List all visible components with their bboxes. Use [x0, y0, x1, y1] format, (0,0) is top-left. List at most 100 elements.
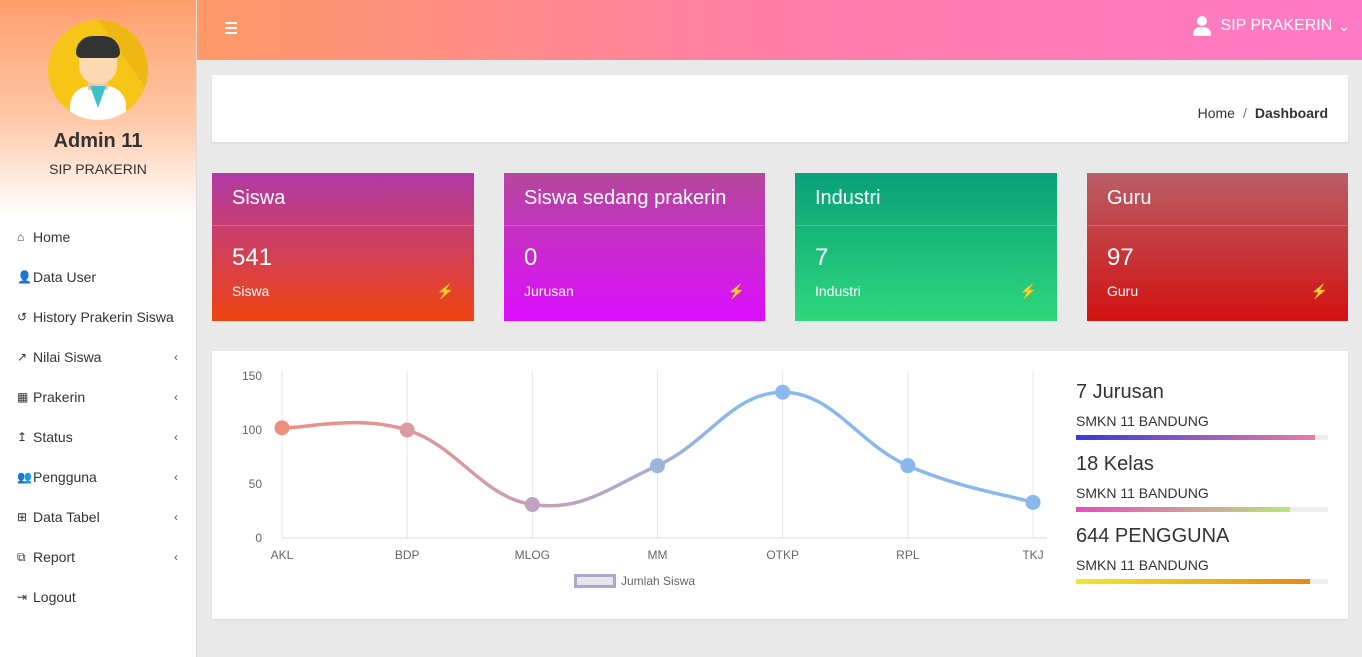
- progress-fill: [1076, 579, 1311, 584]
- sidebar-item-report[interactable]: ⧉ Report ‹: [0, 537, 196, 577]
- x-tick-label: MM: [648, 548, 668, 562]
- card-guru[interactable]: Guru 97 Guru ⚡: [1087, 173, 1348, 321]
- chart-panel: 150 100 50 0 AKL BDP MLOG MM OTKP RPL TKJ Jumlah S…: [212, 351, 1348, 619]
- y-tick-label: 150: [242, 369, 262, 383]
- topbar: SIP PRAKERIN ⌄: [197, 0, 1362, 60]
- breadcrumb: Home / Dashboard: [1198, 105, 1328, 121]
- sidebar-item-label: Data User: [33, 269, 97, 285]
- card-label: Industri: [815, 283, 861, 299]
- sidebar-item-label: Nilai Siswa: [33, 349, 102, 365]
- sidebar-item-home[interactable]: ⌂ Home: [0, 217, 196, 257]
- chevron-left-icon: ‹: [174, 470, 178, 484]
- report-icon: ⧉: [17, 549, 26, 564]
- user-menu-label: SIP PRAKERIN: [1220, 17, 1333, 34]
- x-tick-label: BDP: [395, 548, 420, 562]
- y-tick-label: 50: [249, 477, 263, 491]
- data-point[interactable]: [399, 422, 415, 438]
- sidebar-item-history-prakerin-siswa[interactable]: ↺ History Prakerin Siswa: [0, 297, 196, 337]
- card-value: 97: [1107, 244, 1134, 271]
- x-tick-label: RPL: [896, 548, 920, 562]
- chevron-left-icon: ‹: [174, 350, 178, 364]
- sidebar-item-label: Report: [33, 549, 76, 565]
- history-icon: ↺: [17, 310, 28, 324]
- data-point[interactable]: [650, 458, 665, 474]
- stat-item: 644 PENGGUNA SMKN 11 BANDUNG: [1076, 525, 1328, 584]
- stat-value: 18 Kelas: [1076, 453, 1154, 475]
- sidebar: Admin 11 SIP PRAKERIN ⌂ Home 👤 Data User ↺ Hi…: [0, 0, 197, 657]
- sidebar-item-status[interactable]: ↥ Status ‹: [0, 417, 196, 457]
- card-industri[interactable]: Industri 7 Industri ⚡: [795, 173, 1057, 321]
- card-label: Guru: [1107, 283, 1139, 299]
- chevron-left-icon: ‹: [174, 550, 178, 564]
- data-point[interactable]: [775, 384, 791, 400]
- stat-subtitle: SMKN 11 BANDUNG: [1076, 413, 1209, 429]
- sidebar-item-label: Data Tabel: [33, 509, 100, 525]
- bolt-icon: ⚡: [1310, 283, 1328, 299]
- chevron-left-icon: ‹: [174, 510, 178, 524]
- data-point[interactable]: [274, 420, 290, 436]
- stat-subtitle: SMKN 11 BANDUNG: [1076, 485, 1209, 501]
- data-point[interactable]: [1025, 494, 1041, 510]
- sidebar-item-label: Prakerin: [33, 389, 86, 405]
- profile-panel: Admin 11 SIP PRAKERIN: [0, 0, 196, 215]
- users-icon: 👥: [17, 470, 32, 484]
- sidebar-item-pengguna[interactable]: 👥 Pengguna ‹: [0, 457, 196, 497]
- breadcrumb-current: Dashboard: [1254, 105, 1328, 121]
- sidebar-item-data-user[interactable]: 👤 Data User: [0, 257, 196, 297]
- line-chart-icon: ↗: [17, 350, 28, 364]
- card-siswa-prakerin[interactable]: Siswa sedang prakerin 0 Jurusan ⚡: [504, 173, 765, 321]
- legend-swatch: [574, 574, 616, 588]
- stats-list: 7 Jurusan SMKN 11 BANDUNG 18 Kelas SMKN 11 …: [1076, 381, 1328, 597]
- breadcrumb-panel: Home / Dashboard: [212, 75, 1348, 142]
- home-icon: ⌂: [17, 230, 25, 244]
- table-icon: ⊞: [17, 510, 28, 524]
- sidebar-item-label: Logout: [33, 589, 76, 605]
- sidebar-menu: ⌂ Home 👤 Data User ↺ History Prakerin Siswa ↗ N…: [0, 217, 196, 617]
- admin-name: Admin 11: [53, 130, 143, 152]
- building-icon: ▦: [17, 390, 29, 404]
- sidebar-item-prakerin[interactable]: ▦ Prakerin ‹: [0, 377, 196, 417]
- sidebar-item-label: Pengguna: [33, 469, 97, 485]
- x-tick-label: AKL: [271, 548, 294, 562]
- card-label: Jurusan: [524, 283, 574, 299]
- stat-item: 7 Jurusan SMKN 11 BANDUNG: [1076, 381, 1328, 440]
- card-title: Industri: [795, 173, 1057, 226]
- card-value: 0: [524, 244, 538, 271]
- data-point[interactable]: [524, 497, 540, 513]
- card-title: Guru: [1087, 173, 1348, 226]
- user-icon: 👤: [17, 270, 32, 284]
- data-point[interactable]: [900, 458, 916, 474]
- progress-bar: [1076, 435, 1328, 440]
- chevron-left-icon: ‹: [174, 390, 178, 404]
- progress-fill: [1076, 507, 1291, 512]
- x-tick-label: TKJ: [1022, 548, 1043, 562]
- card-label: Siswa: [232, 283, 270, 299]
- avatar: [48, 20, 148, 120]
- bolt-icon: ⚡: [436, 283, 454, 299]
- sign-out-icon: ⇥: [17, 590, 28, 604]
- card-title: Siswa sedang prakerin: [504, 173, 765, 226]
- card-title: Siswa: [212, 173, 474, 226]
- progress-bar: [1076, 579, 1328, 584]
- card-value: 7: [815, 244, 829, 271]
- card-siswa[interactable]: Siswa 541 Siswa ⚡: [212, 173, 474, 321]
- chevron-left-icon: ‹: [174, 430, 178, 444]
- sidebar-item-label: Status: [33, 429, 73, 445]
- y-tick-label: 100: [242, 423, 262, 437]
- chart-legend[interactable]: Jumlah Siswa: [574, 574, 695, 588]
- progress-fill: [1076, 435, 1316, 440]
- x-tick-label: MLOG: [515, 548, 550, 562]
- sidebar-item-logout[interactable]: ⇥ Logout: [0, 577, 196, 617]
- bolt-icon: ⚡: [1019, 283, 1037, 299]
- sidebar-item-label: Home: [33, 229, 71, 245]
- y-tick-label: 0: [255, 531, 262, 545]
- menu-toggle-icon[interactable]: [225, 22, 237, 34]
- x-tick-label: OTKP: [766, 548, 799, 562]
- user-menu[interactable]: SIP PRAKERIN ⌄: [1192, 16, 1350, 36]
- breadcrumb-home[interactable]: Home: [1198, 105, 1235, 121]
- stat-value: 7 Jurusan: [1076, 381, 1164, 403]
- sidebar-item-data-tabel[interactable]: ⊞ Data Tabel ‹: [0, 497, 196, 537]
- legend-label: Jumlah Siswa: [621, 574, 696, 588]
- sidebar-item-nilai-siswa[interactable]: ↗ Nilai Siswa ‹: [0, 337, 196, 377]
- stat-subtitle: SMKN 11 BANDUNG: [1076, 557, 1209, 573]
